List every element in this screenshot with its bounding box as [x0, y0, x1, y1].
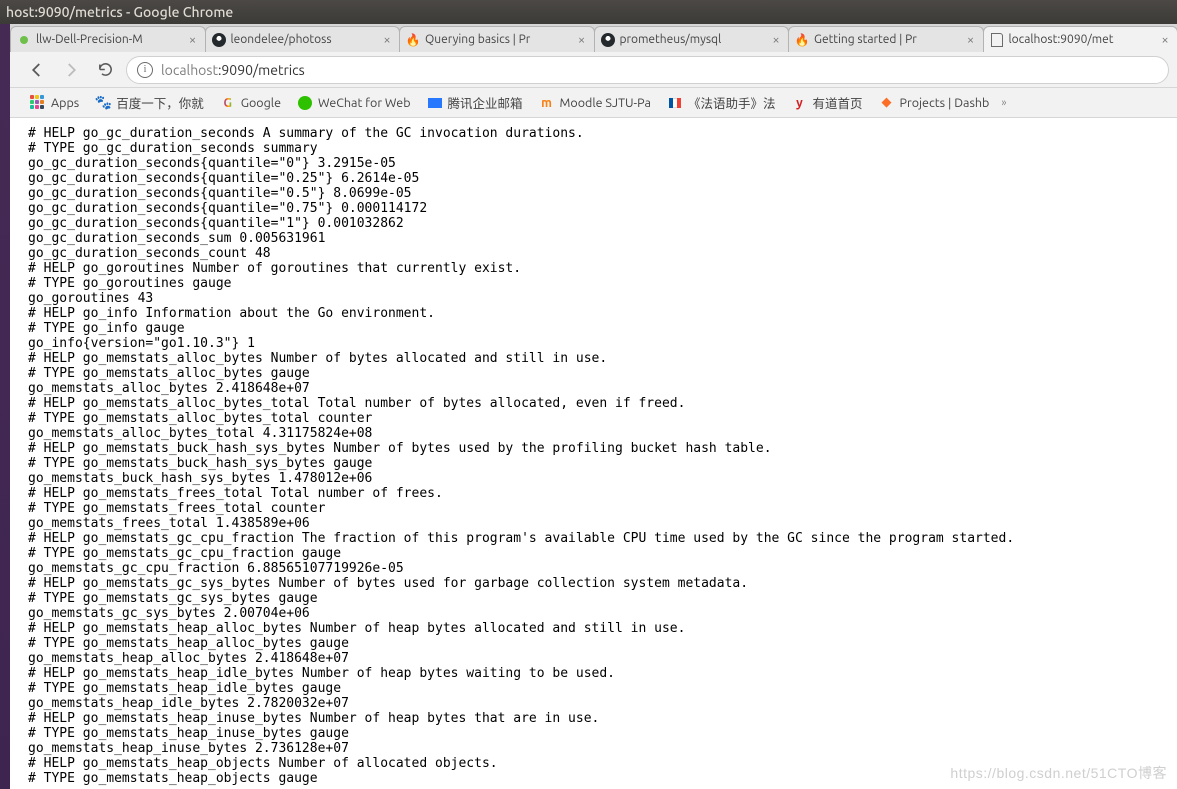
bookmark-item[interactable]: m Moodle SJTU-Pa: [533, 91, 657, 115]
bookmark-item[interactable]: ◆ Projects | Dashb: [873, 91, 996, 115]
tab-close-icon[interactable]: ×: [770, 34, 782, 46]
bookmark-label: Apps: [51, 96, 79, 110]
reload-button[interactable]: [92, 57, 118, 83]
back-button[interactable]: [24, 57, 50, 83]
bookmark-label: Projects | Dashb: [900, 96, 990, 110]
tab-title: localhost:9090/met: [1009, 33, 1155, 46]
tab-close-icon[interactable]: ×: [576, 34, 588, 46]
tab-favicon: 🔥: [406, 33, 420, 47]
bookmark-icon: G: [220, 95, 236, 111]
bookmark-item[interactable]: WeChat for Web: [291, 91, 417, 115]
tab-close-icon[interactable]: ×: [187, 34, 199, 46]
window-titlebar: host:9090/metrics - Google Chrome: [0, 0, 1177, 24]
bookmark-label: 有道首页: [812, 93, 862, 112]
bookmark-item[interactable]: Apps: [24, 91, 85, 115]
bookmark-item[interactable]: 腾讯企业邮箱: [421, 89, 529, 116]
tab-close-icon[interactable]: ×: [381, 34, 393, 46]
tab-strip: llw-Dell-Precision-M×leondelee/photoss×🔥…: [0, 24, 1177, 52]
window-title: host:9090/metrics - Google Chrome: [6, 4, 1171, 20]
bookmark-item[interactable]: y 有道首页: [785, 89, 868, 116]
bookmarks-overflow-icon[interactable]: »: [1001, 97, 1006, 109]
page-content: # HELP go_gc_duration_seconds A summary …: [10, 118, 1177, 786]
bookmark-label: WeChat for Web: [318, 96, 411, 110]
tab-title: leondelee/photoss: [231, 33, 377, 46]
tab-favicon: 🔥: [795, 33, 809, 47]
watermark-text: https://blog.csdn.net/51CTO博客: [950, 763, 1167, 783]
browser-tab[interactable]: 🔥 Getting started | Pr ×: [788, 26, 984, 52]
bookmark-item[interactable]: 《法语助手》法: [661, 89, 782, 116]
tab-favicon: [212, 33, 226, 47]
bookmark-icon: ◆: [879, 95, 895, 111]
bookmark-item[interactable]: G Google: [214, 91, 287, 115]
tab-title: Getting started | Pr: [814, 33, 960, 46]
tab-close-icon[interactable]: ×: [1159, 34, 1171, 46]
tab-title: prometheus/mysql: [620, 33, 766, 46]
forward-button[interactable]: [58, 57, 84, 83]
site-info-icon[interactable]: i: [137, 62, 153, 78]
bookmark-item[interactable]: 🐾 百度一下，你就: [89, 89, 210, 116]
browser-toolbar: i localhost:9090/metrics: [10, 52, 1177, 88]
bookmark-icon: [30, 95, 46, 111]
browser-tab[interactable]: 🔥 Querying basics | Pr ×: [399, 26, 595, 52]
bookmark-icon: [297, 95, 313, 111]
browser-tab[interactable]: prometheus/mysql ×: [594, 26, 790, 52]
tab-title: llw-Dell-Precision-M: [36, 33, 182, 46]
apps-icon: [30, 95, 46, 111]
bookmark-label: Moodle SJTU-Pa: [560, 96, 651, 110]
browser-tab[interactable]: leondelee/photoss ×: [205, 26, 401, 52]
bookmark-icon: [427, 95, 443, 111]
bookmark-label: 腾讯企业邮箱: [448, 93, 523, 112]
tab-title: Querying basics | Pr: [425, 33, 571, 46]
tab-favicon: [601, 33, 615, 47]
bookmark-icon: m: [539, 95, 555, 111]
bookmark-label: 《法语助手》法: [688, 93, 776, 112]
tab-close-icon[interactable]: ×: [965, 34, 977, 46]
bookmark-icon: 🐾: [95, 95, 111, 111]
tab-favicon: [17, 33, 31, 47]
bookmark-label: Google: [241, 96, 281, 110]
address-bar[interactable]: i localhost:9090/metrics: [126, 56, 1169, 84]
bookmark-label: 百度一下，你就: [116, 93, 204, 112]
browser-tab[interactable]: localhost:9090/met ×: [983, 26, 1177, 52]
tab-favicon: [990, 33, 1004, 47]
browser-tab[interactable]: llw-Dell-Precision-M ×: [10, 26, 206, 52]
desktop-left-edge: [0, 24, 10, 789]
url-text: localhost:9090/metrics: [161, 62, 305, 78]
bookmarks-bar: Apps 🐾 百度一下，你就 G Google WeChat for Web 腾讯企业邮箱 m…: [10, 88, 1177, 118]
bookmark-icon: y: [791, 95, 807, 111]
bookmark-icon: [667, 95, 683, 111]
